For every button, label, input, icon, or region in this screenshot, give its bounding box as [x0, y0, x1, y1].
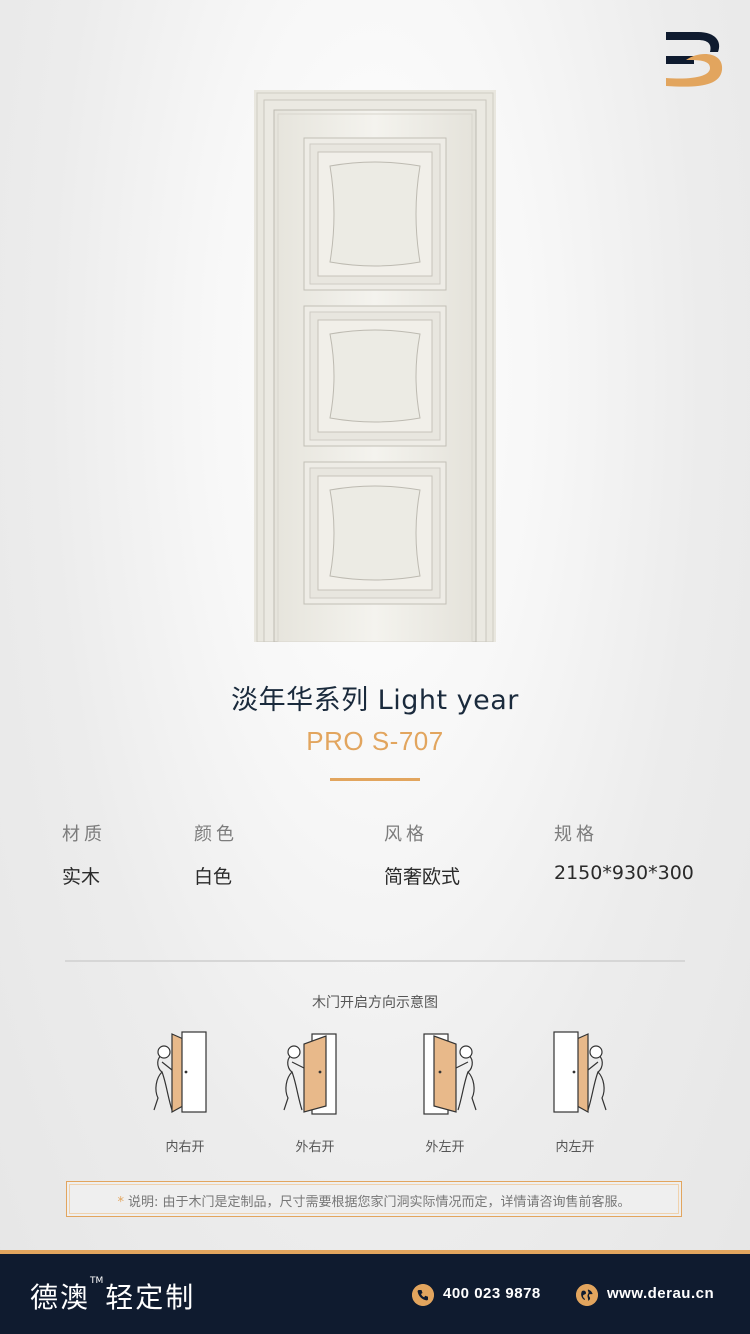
- phone-icon: [412, 1284, 434, 1306]
- opening-label: 外右开: [295, 1140, 335, 1155]
- globe-icon: [576, 1284, 598, 1306]
- opening-outward-right: 外右开: [280, 1028, 350, 1155]
- spec-label: 材质: [62, 824, 106, 845]
- spec-material: 材质 实木: [62, 820, 106, 889]
- door-panel-top: [303, 137, 447, 291]
- spec-value: 实木: [62, 866, 101, 888]
- footer-bar: 德澳TM轻定制 400 023 9878 www.derau.cn: [0, 1250, 750, 1334]
- opening-label: 内左开: [555, 1140, 595, 1155]
- brand-logo-icon: [666, 32, 723, 87]
- spec-label: 风格: [384, 824, 428, 845]
- product-series-title: 淡年华系列 Light year: [231, 685, 519, 716]
- note-star: *: [117, 1195, 124, 1210]
- opening-inward-right: 内右开: [150, 1028, 220, 1155]
- spec-style: 风格 简奢欧式: [384, 820, 460, 889]
- note-text: 说明: 由于木门是定制品，尺寸需要根据您家门洞实际情况而定，详情请咨询售前客服。: [127, 1195, 631, 1210]
- trademark-mark: TM: [90, 1276, 104, 1286]
- phone-number[interactable]: 400 023 9878: [443, 1285, 541, 1302]
- brand-name: 德澳: [30, 1281, 91, 1314]
- note-text-line: * 说明: 由于木门是定制品，尺寸需要根据您家门洞实际情况而定，详情请咨询售前客服…: [67, 1191, 681, 1210]
- brand-slogan: 轻定制: [105, 1281, 196, 1314]
- accent-divider: [330, 778, 420, 781]
- door-panel-middle: [303, 305, 447, 447]
- section-divider: [65, 960, 685, 962]
- custom-note-box: * 说明: 由于木门是定制品，尺寸需要根据您家门洞实际情况而定，详情请咨询售前客服…: [66, 1181, 682, 1217]
- door-panel-bottom: [303, 461, 447, 605]
- spec-value: 白色: [194, 866, 233, 888]
- door-image: [254, 90, 496, 642]
- product-model: PRO S-707: [306, 726, 444, 756]
- opening-label: 外左开: [425, 1140, 465, 1155]
- spec-color: 颜色 白色: [194, 820, 238, 889]
- door-opening-icon: [553, 1031, 607, 1114]
- spec-label: 颜色: [194, 824, 238, 845]
- spec-value: 2150*930*300: [554, 862, 694, 884]
- opening-outward-left: 外左开: [410, 1028, 480, 1155]
- website-link[interactable]: www.derau.cn: [607, 1285, 714, 1302]
- door-opening-icon: [423, 1033, 477, 1115]
- door-opening-icon: [153, 1031, 207, 1114]
- footer-brand: 德澳TM轻定制: [30, 1276, 195, 1316]
- spec-size: 规格 2150*930*300: [554, 820, 694, 884]
- opening-inward-left: 内左开: [540, 1028, 610, 1155]
- spec-value: 简奢欧式: [384, 866, 461, 888]
- door-opening-icon: [283, 1033, 337, 1115]
- spec-label: 规格: [554, 824, 598, 845]
- diagram-title: 木门开启方向示意图: [312, 995, 438, 1011]
- opening-label: 内右开: [165, 1140, 205, 1155]
